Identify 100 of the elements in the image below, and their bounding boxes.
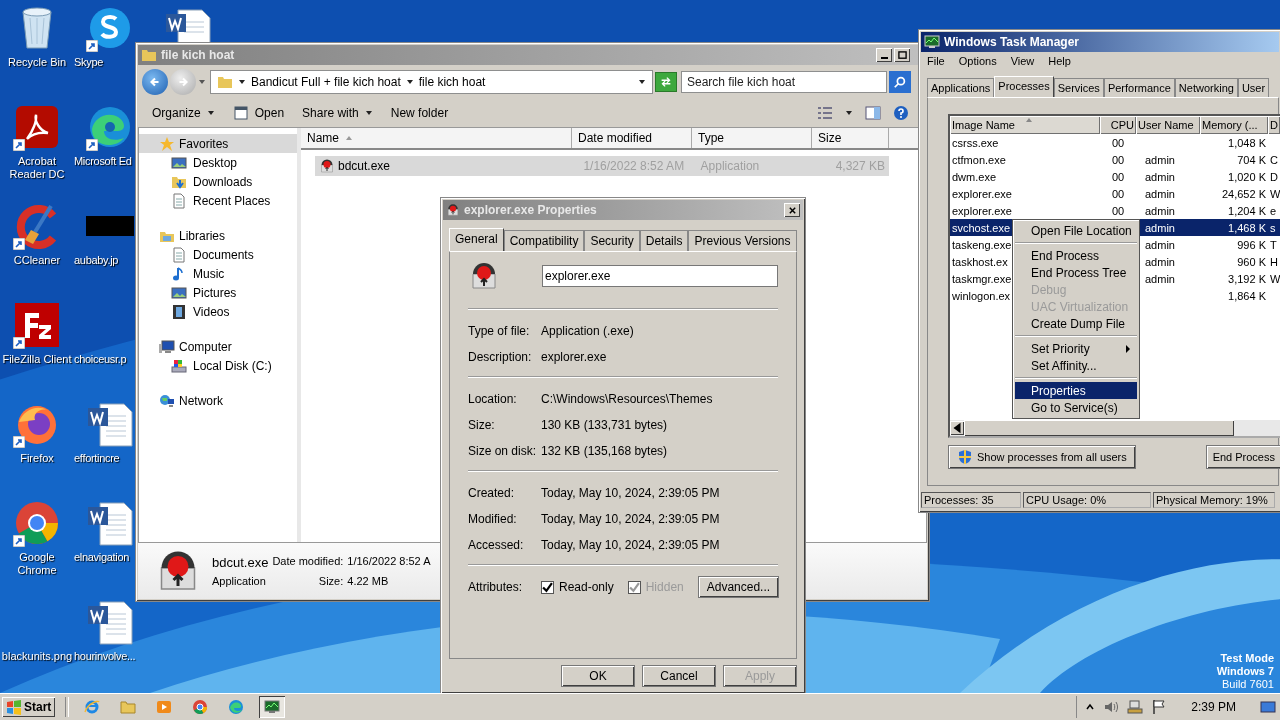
icon-label[interactable]: CCleaner xyxy=(0,254,75,267)
menu-item[interactable]: Create Dump File xyxy=(1015,315,1137,332)
show-desktop-button[interactable] xyxy=(1260,698,1278,716)
process-name[interactable]: taskeng.exe xyxy=(952,238,1012,251)
address-bar[interactable]: Bandicut Full + file kich hoat file kich hoat xyxy=(210,70,653,94)
icon-label[interactable]: Recycle Bin xyxy=(0,56,75,69)
tab[interactable]: Compatibility xyxy=(503,230,585,251)
column-header[interactable]: Type xyxy=(692,128,812,148)
icon-label[interactable]: FileZilla Client xyxy=(0,353,75,366)
icon-label[interactable]: hourinvolve... xyxy=(74,650,136,663)
menu-item[interactable]: Open File Location xyxy=(1015,222,1137,239)
start-button[interactable]: Start xyxy=(2,697,56,717)
icon-label[interactable]: Acrobat Reader DC xyxy=(0,155,75,181)
toolbar-button[interactable]: New folder xyxy=(384,103,455,123)
nav-item[interactable]: Pictures xyxy=(139,283,297,302)
taskbar-app-button[interactable] xyxy=(259,696,286,718)
nav-item[interactable]: Libraries xyxy=(139,226,297,245)
advanced-button[interactable]: Advanced... xyxy=(697,576,780,598)
icon-label[interactable]: aubaby.jp xyxy=(74,254,119,267)
left-arrow-icon[interactable] xyxy=(950,421,964,435)
nav-item[interactable]: Videos xyxy=(139,302,297,321)
menu-item[interactable]: Options xyxy=(952,55,1003,67)
column-header[interactable]: Date modified xyxy=(572,128,692,148)
icon-label[interactable]: elnavigation xyxy=(74,551,130,564)
icon-label[interactable]: effortincre xyxy=(74,452,120,465)
nav-item[interactable]: Music xyxy=(139,264,297,283)
clock[interactable]: 2:39 PM xyxy=(1191,700,1236,714)
menu-item[interactable]: Help xyxy=(1042,55,1077,67)
tab[interactable]: Security xyxy=(584,230,640,251)
menu-item[interactable]: Properties xyxy=(1015,382,1137,399)
process-name[interactable]: taskhost.ex xyxy=(952,255,1008,268)
tab[interactable]: Performance xyxy=(1103,78,1175,97)
show-hidden-icons-icon[interactable] xyxy=(1085,702,1096,712)
menu-item[interactable]: File xyxy=(921,55,951,67)
caret-icon[interactable] xyxy=(845,109,853,117)
menu-item[interactable]: View xyxy=(1004,55,1041,67)
file-row[interactable]: bdcut.exe 1/16/2022 8:52 AM Application 4,327 KB xyxy=(315,156,889,176)
column-header[interactable]: User Name xyxy=(1136,116,1200,134)
process-name[interactable]: explorer.exe xyxy=(952,204,1012,217)
column-header[interactable]: Memory (... xyxy=(1200,116,1268,134)
breadcrumb-item[interactable]: Bandicut Full + file kich hoat xyxy=(251,75,401,89)
toolbar-button[interactable]: Organize xyxy=(146,103,221,123)
column-header[interactable]: Name xyxy=(301,128,572,148)
toolbar-button[interactable]: Share with xyxy=(296,103,379,123)
icon-label[interactable]: Skype xyxy=(74,56,104,69)
process-name[interactable]: dwm.exe xyxy=(952,170,997,183)
speaker-icon[interactable] xyxy=(1103,699,1120,715)
tab[interactable]: Previous Versions xyxy=(688,230,797,251)
icon-label[interactable]: Google Chrome xyxy=(0,551,75,577)
nav-item[interactable]: Computer xyxy=(139,337,297,356)
scrollbar-thumb[interactable] xyxy=(964,420,1234,436)
column-header[interactable]: CPU xyxy=(1100,116,1136,134)
column-header[interactable]: Size xyxy=(812,128,889,148)
nav-item[interactable]: Desktop xyxy=(139,153,297,172)
tab[interactable]: Applications xyxy=(927,78,995,97)
icon-label[interactable]: blackunits.png xyxy=(0,650,75,663)
dialog-button[interactable]: OK xyxy=(561,665,635,687)
scrollbar[interactable] xyxy=(950,420,1280,436)
nav-item[interactable]: Downloads xyxy=(139,172,297,191)
breadcrumb-item[interactable]: file kich hoat xyxy=(418,75,486,89)
name-field[interactable]: explorer.exe xyxy=(542,265,778,287)
process-name[interactable]: winlogon.ex xyxy=(952,289,1011,302)
search-field[interactable]: Search file kich hoat xyxy=(681,71,887,93)
help-icon[interactable] xyxy=(893,105,909,121)
nav-item[interactable]: Documents xyxy=(139,245,297,264)
tab[interactable]: Details xyxy=(639,230,689,251)
tab[interactable]: General xyxy=(449,228,504,251)
view-list-icon[interactable] xyxy=(817,105,833,121)
network-icon[interactable] xyxy=(1127,699,1144,715)
menu-item[interactable]: Set Affinity... xyxy=(1015,357,1137,374)
icon-label[interactable]: choiceusr.p xyxy=(74,353,127,366)
menu-item[interactable]: Set Priority xyxy=(1015,340,1137,357)
nav-item[interactable]: Recent Places xyxy=(139,191,297,210)
icon-label[interactable]: Firefox xyxy=(0,452,75,465)
menu-item[interactable]: End Process Tree xyxy=(1015,264,1137,281)
tab[interactable]: Services xyxy=(1053,78,1104,97)
back-button[interactable] xyxy=(142,69,168,95)
nav-item[interactable]: Local Disk (C:) xyxy=(139,356,297,375)
column-header[interactable]: D xyxy=(1268,116,1280,134)
checkbox[interactable]: Read-only xyxy=(541,580,614,594)
toolbar-button[interactable]: Open xyxy=(226,102,291,124)
flag-icon[interactable] xyxy=(1151,699,1168,715)
process-name[interactable]: svchost.exe xyxy=(952,221,1011,234)
end-process-button[interactable]: End Process xyxy=(1205,445,1280,469)
column-header[interactable]: Image Name xyxy=(950,116,1100,134)
process-name[interactable]: taskmgr.exe xyxy=(952,272,1012,285)
search-button[interactable] xyxy=(889,71,911,93)
tab[interactable]: User xyxy=(1237,78,1270,97)
menu-item[interactable]: End Process xyxy=(1015,247,1137,264)
process-name[interactable]: explorer.exe xyxy=(952,187,1012,200)
nav-item[interactable]: Network xyxy=(139,391,297,410)
dialog-button[interactable]: Cancel xyxy=(642,665,716,687)
tab[interactable]: Processes xyxy=(994,76,1054,97)
nav-item[interactable]: Favorites xyxy=(139,134,297,153)
refresh-button[interactable] xyxy=(655,72,677,92)
show-all-processes-button[interactable]: Show processes from all users xyxy=(948,445,1136,469)
process-name[interactable]: csrss.exe xyxy=(952,136,999,149)
process-name[interactable]: ctfmon.exe xyxy=(952,153,1006,166)
preview-pane-icon[interactable] xyxy=(865,105,881,121)
tab[interactable]: Networking xyxy=(1174,78,1238,97)
